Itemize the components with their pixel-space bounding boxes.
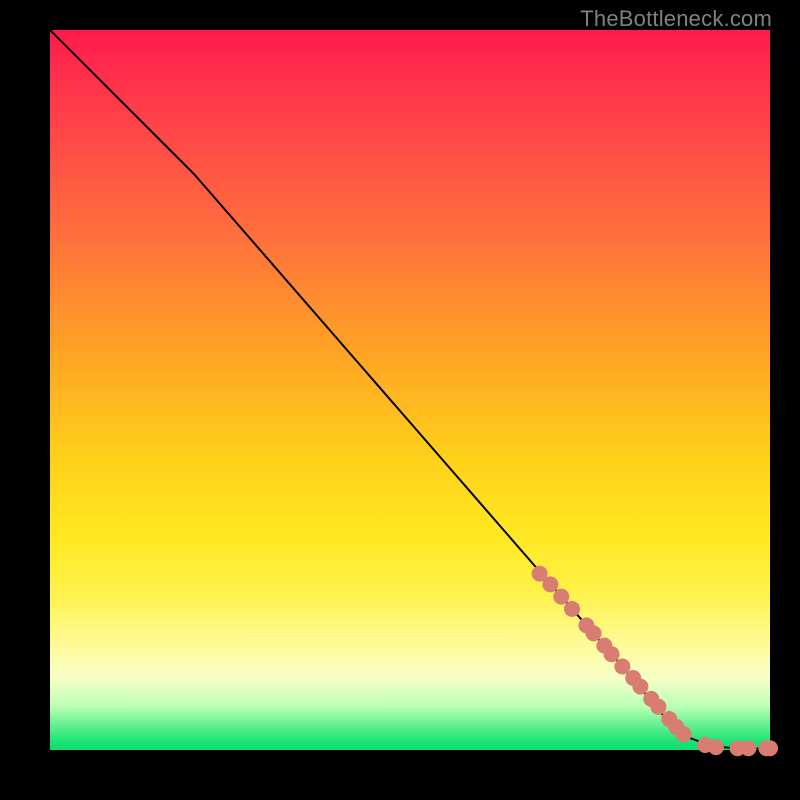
data-point (586, 625, 602, 641)
data-point (740, 740, 756, 756)
data-point (604, 646, 620, 662)
data-point (676, 726, 692, 742)
plot-area (50, 30, 770, 750)
data-point (708, 739, 724, 755)
data-point (762, 740, 778, 756)
data-point (553, 589, 569, 605)
points-group (532, 566, 778, 757)
chart-svg (50, 30, 770, 750)
data-point (542, 576, 558, 592)
curve-path (50, 30, 770, 749)
data-point (650, 699, 666, 715)
data-point (564, 601, 580, 617)
watermark-text: TheBottleneck.com (580, 6, 772, 32)
data-point (632, 679, 648, 695)
chart-frame: TheBottleneck.com (0, 0, 800, 800)
